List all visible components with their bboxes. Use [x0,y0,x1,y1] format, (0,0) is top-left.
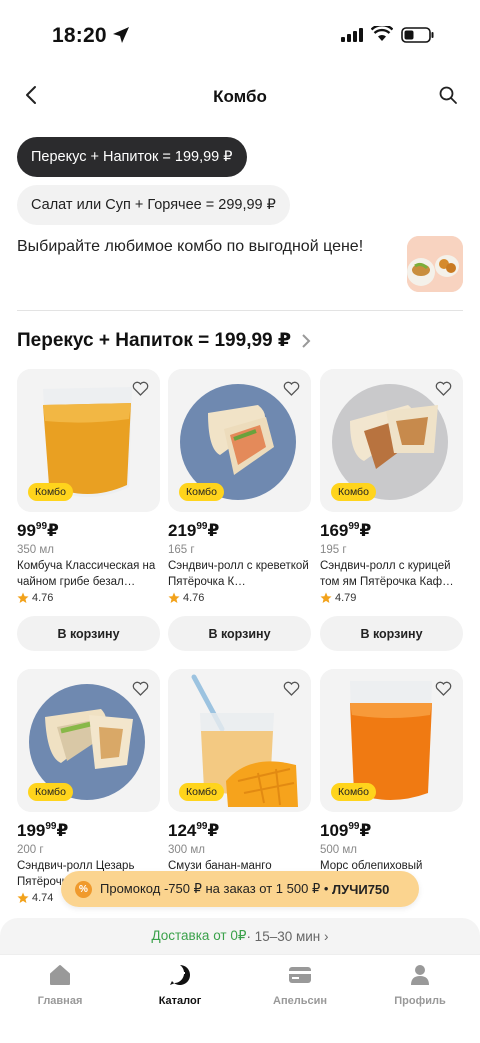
product-image: Комбо [17,669,160,812]
tab-profile[interactable]: Профиль [370,963,470,1007]
tab-label: Апельсин [273,995,327,1007]
search-icon[interactable] [438,85,458,105]
promo-banner-text: Промокод -750 ₽ на заказ от 1 500 ₽ • [100,881,329,896]
page-title: Комбо [213,87,267,106]
product-card[interactable]: Комбо 16999₽ 195 г Сэндвич-ролл с курице… [320,369,463,651]
promo-code: ЛУЧИ750 [332,881,390,897]
top-nav: Комбо [0,80,480,114]
promo-code-banner[interactable]: % Промокод -750 ₽ на заказ от 1 500 ₽ • … [61,871,419,907]
home-icon [50,965,70,985]
catalog-icon [170,965,190,985]
favorite-heart-icon[interactable] [435,381,452,396]
product-card[interactable]: Комбо 12499₽ 300 мл Смузи банан-манго [168,669,311,890]
filter-chip-snack-drink[interactable]: Перекус + Напиток = 199,99 ₽ [17,137,247,177]
product-price: 21999₽ [168,521,220,540]
divider [17,310,463,311]
favorite-heart-icon[interactable] [435,681,452,696]
product-name: Сэндвич-ролл с креветкой Пятёрочка К… [168,560,309,588]
combo-badge: Комбо [179,783,224,801]
product-card[interactable]: Комбо 10999₽ 500 мл Морс облепиховый [320,669,463,890]
tab-apelsin[interactable]: Апельсин [250,963,350,1007]
add-to-cart-button[interactable]: В корзину [17,616,160,651]
product-price: 19999₽ [17,821,69,840]
delivery-price: Доставка от 0₽ [151,928,247,943]
delivery-time: · 15–30 мин [246,928,321,944]
product-card[interactable]: Комбо 9999₽ 350 мл Комбуча Классическая … [17,369,160,651]
wifi-icon [371,26,393,41]
product-price: 12499₽ [168,821,220,840]
product-image: Комбо [320,669,463,812]
section-header[interactable]: Перекус + Напиток = 199,99 ₽ [17,329,311,352]
star-icon [17,592,29,603]
add-to-cart-button[interactable]: В корзину [168,616,311,651]
product-weight: 500 мл [320,844,357,856]
combo-badge: Комбо [28,483,73,501]
tab-label: Профиль [394,995,446,1007]
location-arrow-icon [113,27,129,43]
star-icon [320,592,332,603]
product-rating: 4.79 [320,592,463,604]
tab-label: Каталог [158,995,202,1007]
product-weight: 200 г [17,844,44,856]
product-weight: 300 мл [168,844,205,856]
product-card[interactable]: Комбо 21999₽ 165 г Сэндвич-ролл с кревет… [168,369,311,651]
favorite-heart-icon[interactable] [132,681,149,696]
product-price: 16999₽ [320,521,372,540]
percent-icon: % [75,880,92,898]
product-rating: 4.76 [17,592,160,604]
favorite-heart-icon[interactable] [283,381,300,396]
combo-badge: Комбо [179,483,224,501]
combo-badge: Комбо [28,783,73,801]
section-title: Перекус + Напиток = 199,99 ₽ [17,330,292,351]
product-image: Комбо [17,369,160,512]
chevron-right-icon [302,333,311,348]
product-image: Комбо [320,369,463,512]
product-price: 10999₽ [320,821,372,840]
star-icon [17,892,29,903]
bottom-tab-bar: Главная Каталог Апельсин Профиль [0,954,480,1043]
delivery-info-bar[interactable]: Доставка от 0₽ · 15–30 мин › [0,918,480,954]
favorite-heart-icon[interactable] [132,381,149,396]
cellular-signal-icon [341,28,363,42]
combo-badge: Комбо [331,483,376,501]
tab-home[interactable]: Главная [10,963,110,1007]
product-price: 9999₽ [17,521,59,540]
tab-label: Главная [37,995,83,1007]
product-weight: 195 г [320,544,347,556]
product-card[interactable]: Комбо 19999₽ 200 г Сэндвич-ролл Цезарь П… [17,669,160,904]
product-image: Комбо [168,369,311,512]
tab-catalog[interactable]: Каталог [130,963,230,1007]
favorite-heart-icon[interactable] [283,681,300,696]
product-image: Комбо [168,669,311,812]
product-rating: 4.76 [168,592,311,604]
combo-badge: Комбо [331,783,376,801]
status-bar: 18:20 [0,0,480,70]
card-icon [289,967,311,983]
product-name: Сэндвич-ролл с курицей том ям Пятёрочка … [320,560,454,588]
product-name: Комбуча Классическая на чайном грибе без… [17,560,156,588]
promo-description: Выбирайте любимое комбо по выгодной цене… [17,238,364,255]
battery-icon [401,27,434,43]
star-icon [168,592,180,603]
chevron-right-icon: › [324,928,329,944]
profile-icon [411,965,429,985]
product-weight: 350 мл [17,544,54,556]
filter-chip-salad-hot[interactable]: Салат или Суп + Горячее = 299,99 ₽ [17,185,290,225]
add-to-cart-button[interactable]: В корзину [320,616,463,651]
product-weight: 165 г [168,544,195,556]
combo-thumbnail-image [407,236,463,292]
status-time: 18:20 [52,24,107,47]
